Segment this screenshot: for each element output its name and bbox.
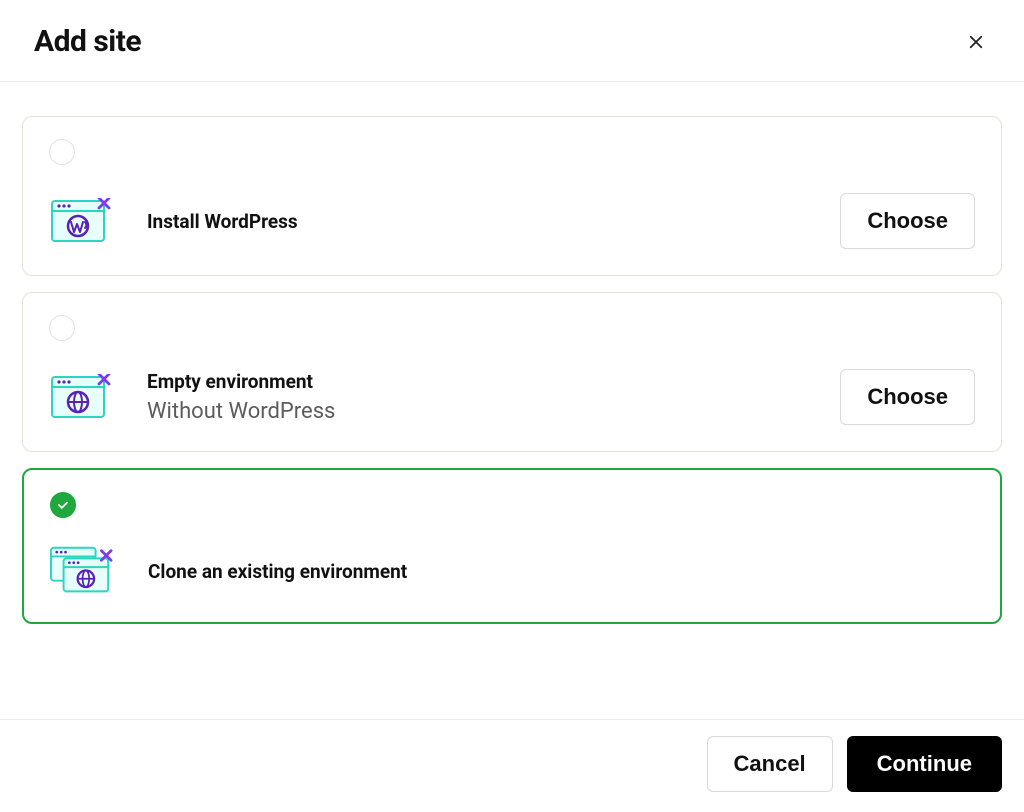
radio-indicator [49, 139, 75, 165]
option-title: Install WordPress [147, 210, 806, 233]
option-labels: Empty environment Without WordPress [147, 370, 806, 424]
option-labels: Install WordPress [147, 210, 806, 233]
option-labels: Clone an existing environment [148, 560, 974, 583]
globe-window-icon [49, 374, 113, 420]
option-title: Clone an existing environment [148, 560, 974, 583]
close-icon [967, 33, 985, 51]
option-subtitle: Without WordPress [147, 399, 806, 424]
choose-button[interactable]: Choose [840, 193, 975, 249]
option-title: Empty environment [147, 370, 806, 393]
clone-window-icon [50, 546, 114, 596]
dialog-body: Install WordPress Choose [0, 82, 1024, 660]
close-button[interactable] [962, 28, 990, 56]
continue-button[interactable]: Continue [847, 736, 1002, 792]
option-clone-environment[interactable]: Clone an existing environment [22, 468, 1002, 624]
dialog-header: Add site [0, 0, 1024, 82]
option-empty-environment[interactable]: Empty environment Without WordPress Choo… [22, 292, 1002, 452]
radio-indicator [49, 315, 75, 341]
cancel-button[interactable]: Cancel [707, 736, 833, 792]
dialog-footer: Cancel Continue [0, 719, 1024, 812]
wordpress-window-icon [49, 198, 113, 244]
choose-button[interactable]: Choose [840, 369, 975, 425]
page-title: Add site [34, 24, 141, 59]
option-install-wordpress[interactable]: Install WordPress Choose [22, 116, 1002, 276]
radio-indicator [50, 492, 76, 518]
